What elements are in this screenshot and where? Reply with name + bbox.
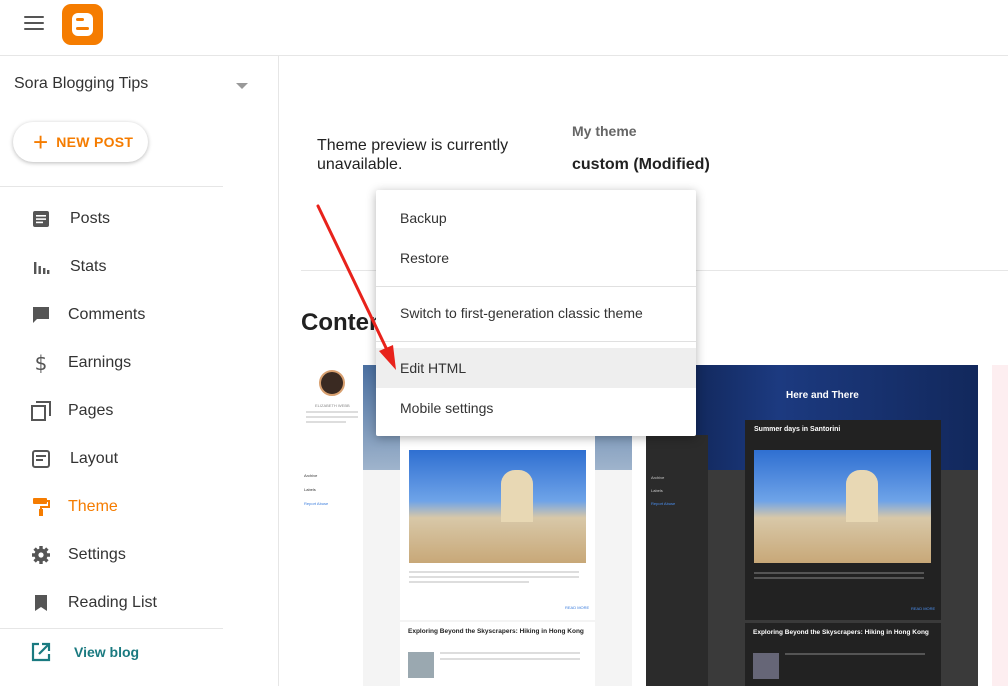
- chevron-down-icon: [236, 83, 248, 89]
- sidebar-item-posts[interactable]: Posts: [0, 195, 223, 243]
- menu-item-backup[interactable]: Backup: [376, 198, 696, 238]
- theme-card-sidebar: ELIZABETH WEBB Archive Labels Report Abu…: [301, 365, 363, 686]
- theme-card-post: READ MORE: [400, 435, 595, 620]
- archive-link: Archive: [304, 473, 318, 478]
- plus-icon: +: [33, 127, 49, 157]
- preview-unavailable-message: Theme preview is currently unavailable.: [317, 137, 509, 173]
- sidebar-item-settings[interactable]: Settings: [0, 531, 223, 579]
- layout-icon: [31, 449, 51, 469]
- post-image: [409, 450, 586, 563]
- top-bar: [0, 0, 1008, 56]
- new-post-label: NEW POST: [56, 134, 134, 150]
- new-post-button[interactable]: + NEW POST: [13, 122, 148, 162]
- sidebar: Sora Blogging Tips + NEW POST Posts Stat…: [0, 56, 279, 686]
- theme-card-post: Summer days in Santorini READ MORE: [745, 420, 941, 620]
- sidebar-item-earnings[interactable]: $ Earnings: [0, 339, 223, 387]
- labels-link: Labels: [304, 487, 316, 492]
- report-abuse-link: Report Abuse: [651, 501, 676, 506]
- hamburger-menu-icon[interactable]: [24, 16, 44, 32]
- sidebar-item-reading-list[interactable]: Reading List: [0, 579, 223, 627]
- theme-card-post: Exploring Beyond the Skyscrapers: Hiking…: [745, 623, 941, 686]
- sidebar-item-label: Reading List: [68, 594, 157, 611]
- view-blog-link[interactable]: View blog: [0, 628, 223, 676]
- archive-link: Archive: [651, 475, 665, 480]
- sidebar-item-label: Comments: [68, 306, 146, 323]
- menu-item-edit-html[interactable]: Edit HTML: [376, 348, 696, 388]
- post-title: Exploring Beyond the Skyscrapers: Hiking…: [408, 628, 584, 635]
- blog-name: Sora Blogging Tips: [14, 75, 149, 92]
- menu-item-switch-classic-theme[interactable]: Switch to first-generation classic theme: [376, 293, 696, 333]
- sidebar-item-stats[interactable]: Stats: [0, 243, 223, 291]
- read-more-link: READ MORE: [911, 606, 936, 611]
- menu-item-restore[interactable]: Restore: [376, 238, 696, 278]
- my-theme-label: My theme: [572, 123, 637, 139]
- theme-card-sidebar: Archive Labels Report Abuse: [646, 435, 708, 686]
- bookmark-icon: [31, 593, 51, 613]
- avatar: [319, 370, 345, 396]
- theme-card-pink[interactable]: [992, 365, 1008, 686]
- theme-actions-menu: Backup Restore Switch to first-generatio…: [376, 190, 696, 436]
- blog-selector[interactable]: Sora Blogging Tips: [14, 75, 254, 99]
- paint-roller-icon: [31, 497, 51, 517]
- menu-item-mobile-settings[interactable]: Mobile settings: [376, 388, 696, 428]
- report-abuse-link: Report Abuse: [304, 501, 329, 506]
- blog-title: Here and There: [786, 390, 859, 401]
- my-theme-name: custom (Modified): [572, 156, 710, 173]
- labels-link: Labels: [651, 488, 663, 493]
- post-title: Summer days in Santorini: [754, 426, 841, 433]
- dollar-icon: $: [34, 351, 48, 375]
- sidebar-item-label: Settings: [68, 546, 126, 563]
- sidebar-item-label: Earnings: [68, 354, 132, 371]
- divider: [0, 186, 223, 187]
- menu-divider: [376, 286, 696, 287]
- sidebar-item-pages[interactable]: Pages: [0, 387, 223, 435]
- stats-icon: [31, 257, 51, 277]
- pages-icon: [31, 401, 51, 421]
- author-name: ELIZABETH WEBB: [315, 403, 350, 408]
- gear-icon: [31, 545, 51, 565]
- blogger-logo[interactable]: [62, 4, 103, 45]
- post-title: Exploring Beyond the Skyscrapers: Hiking…: [753, 629, 929, 636]
- external-link-icon: [31, 642, 51, 662]
- comments-icon: [31, 305, 51, 325]
- post-image: [754, 450, 931, 563]
- read-more-link: READ MORE: [565, 605, 590, 610]
- sidebar-item-comments[interactable]: Comments: [0, 291, 223, 339]
- section-heading: Conten: [301, 309, 384, 336]
- sidebar-item-label: Posts: [70, 210, 111, 227]
- sidebar-item-label: Stats: [70, 258, 107, 275]
- sidebar-item-label: Theme: [68, 498, 118, 515]
- sidebar-item-theme[interactable]: Theme: [0, 483, 223, 531]
- view-blog-label: View blog: [74, 644, 140, 660]
- sidebar-item-layout[interactable]: Layout: [0, 435, 223, 483]
- theme-card-post: Exploring Beyond the Skyscrapers: Hiking…: [400, 622, 595, 686]
- menu-divider: [376, 341, 696, 342]
- sidebar-item-label: Layout: [70, 450, 119, 467]
- sidebar-item-label: Pages: [68, 402, 114, 419]
- posts-icon: [31, 209, 51, 229]
